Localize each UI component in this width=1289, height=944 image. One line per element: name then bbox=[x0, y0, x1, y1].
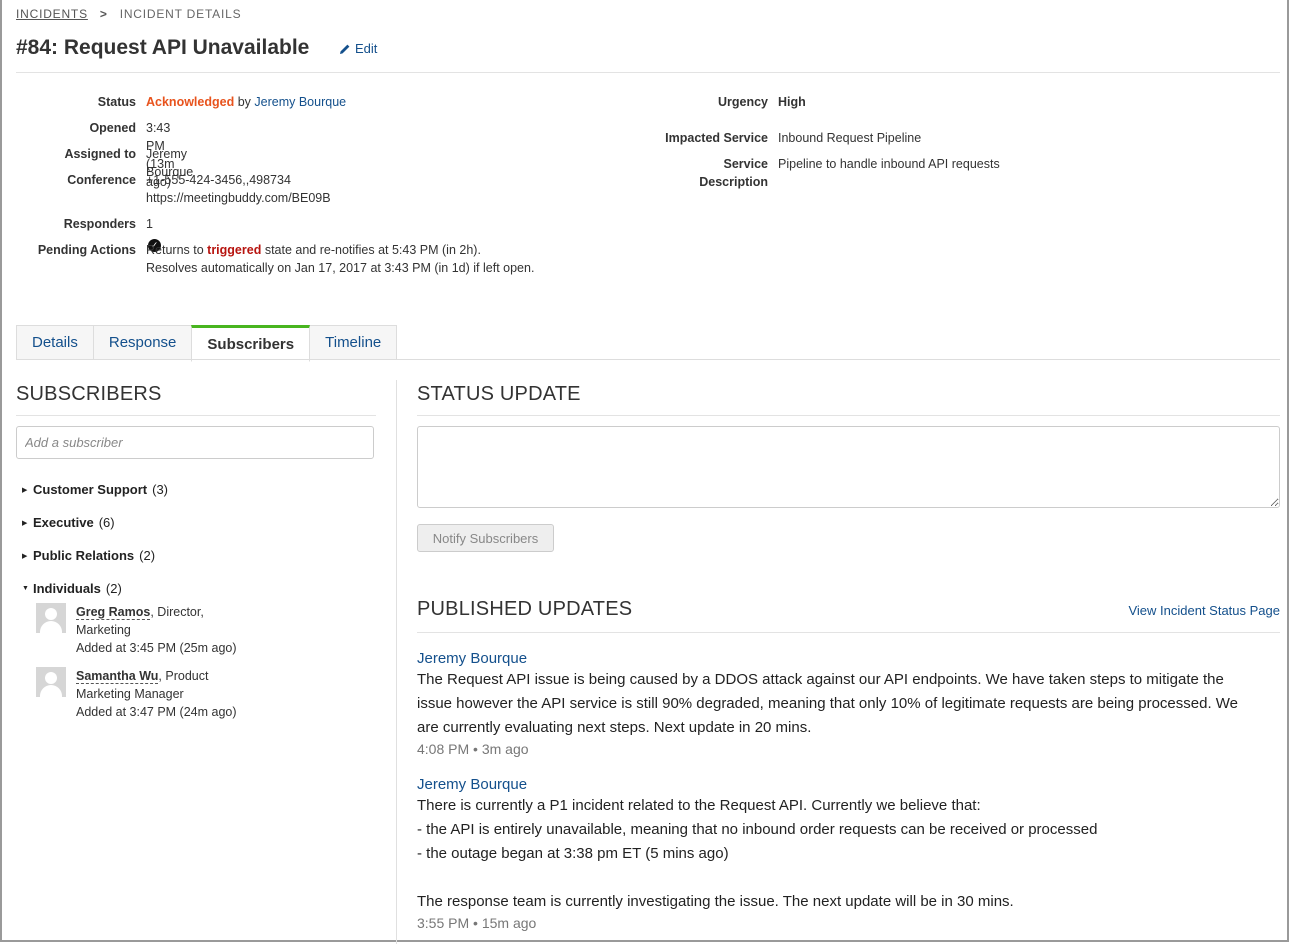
add-subscriber-input[interactable] bbox=[16, 426, 374, 459]
update-line: The Request API issue is being caused by… bbox=[417, 671, 1224, 688]
group-count: (2) bbox=[139, 548, 156, 563]
urgency-label: Urgency bbox=[717, 95, 768, 109]
conference-url-link[interactable]: https://meetingbuddy.com/BE09B bbox=[146, 189, 331, 207]
subscriber-group-public-relations[interactable]: ▶ Public Relations (2) bbox=[22, 548, 155, 563]
group-name: Public Relations bbox=[33, 548, 135, 563]
caret-down-icon: ▼ bbox=[22, 585, 29, 592]
breadcrumb: INCIDENTS > INCIDENT DETAILS bbox=[16, 7, 241, 21]
pending-action-line2: Resolves automatically on Jan 17, 2017 a… bbox=[146, 261, 535, 275]
update-author-link[interactable]: Jeremy Bourque bbox=[417, 776, 527, 793]
service-description-label-2: Description bbox=[699, 175, 768, 189]
urgency-value: High bbox=[778, 95, 806, 109]
group-name: Individuals bbox=[33, 581, 101, 596]
avatar bbox=[36, 603, 66, 633]
subscribers-heading-divider bbox=[16, 415, 376, 416]
subscriber-role: , Director, bbox=[150, 605, 204, 619]
update-ago: 15m ago bbox=[481, 915, 537, 931]
service-description-value: Pipeline to handle inbound API requests bbox=[778, 157, 1000, 171]
status-value: Acknowledged by Jeremy Bourque bbox=[146, 93, 346, 111]
update-author-link[interactable]: Jeremy Bourque bbox=[417, 650, 527, 667]
status-update-textarea[interactable] bbox=[417, 426, 1280, 508]
tab-timeline[interactable]: Timeline bbox=[309, 325, 398, 360]
subscriber-role-cont: Marketing Manager bbox=[76, 687, 184, 701]
caret-right-icon: ▶ bbox=[22, 519, 28, 527]
bullet-separator: • bbox=[473, 741, 478, 757]
conference-phone-link[interactable]: +1-555-424-3456,,498734 bbox=[146, 171, 291, 189]
tab-bar: Details Response Subscribers Timeline bbox=[16, 325, 398, 362]
subscriber-role: , Product bbox=[158, 669, 209, 683]
impacted-service-link[interactable]: Inbound Request Pipeline bbox=[778, 129, 921, 147]
triggered-state: triggered bbox=[207, 243, 262, 257]
published-updates-heading: PUBLISHED UPDATES bbox=[417, 598, 633, 620]
breadcrumb-current: INCIDENT DETAILS bbox=[119, 7, 242, 21]
chevron-right-icon: > bbox=[99, 7, 108, 21]
pencil-icon bbox=[340, 44, 350, 54]
avatar bbox=[36, 667, 66, 697]
caret-right-icon: ▶ bbox=[22, 486, 28, 494]
bullet-separator: • bbox=[473, 915, 478, 931]
tab-subscribers[interactable]: Subscribers bbox=[191, 325, 311, 362]
update-line: - the API is entirely unavailable, meani… bbox=[417, 821, 1098, 838]
breadcrumb-incidents-link[interactable]: INCIDENTS bbox=[16, 7, 88, 21]
caret-right-icon: ▶ bbox=[22, 552, 28, 560]
subscriber-individual: Greg Ramos, Director, Marketing Added at… bbox=[76, 603, 237, 657]
update-line: are currently evaluating next steps. Nex… bbox=[417, 719, 812, 736]
update-line: There is currently a P1 incident related… bbox=[417, 797, 981, 814]
conference-label: Conference bbox=[67, 173, 136, 187]
group-count: (2) bbox=[105, 581, 122, 596]
status-user-link[interactable]: Jeremy Bourque bbox=[254, 95, 346, 109]
group-name: Customer Support bbox=[33, 482, 148, 497]
responders-count: 1 bbox=[146, 217, 153, 231]
group-name: Executive bbox=[33, 515, 94, 530]
column-divider bbox=[396, 380, 397, 944]
update-line: issue however the API service is still 9… bbox=[417, 695, 1239, 712]
status-update-heading-divider bbox=[417, 415, 1280, 416]
subscriber-name-link[interactable]: Greg Ramos bbox=[76, 605, 151, 620]
service-description-label-1: Service bbox=[723, 157, 768, 171]
status-by: by bbox=[237, 95, 251, 109]
tab-response[interactable]: Response bbox=[92, 325, 193, 360]
subscriber-group-customer-support[interactable]: ▶ Customer Support (3) bbox=[22, 482, 168, 497]
edit-button[interactable]: Edit bbox=[339, 41, 377, 56]
subscriber-role-cont: Marketing bbox=[76, 623, 131, 637]
update-blank-line bbox=[417, 866, 1277, 890]
pending-text-c: state and re-notifies at 5:43 PM (in 2h)… bbox=[264, 243, 481, 257]
update-line: The response team is currently investiga… bbox=[417, 893, 1014, 910]
status-label: Status bbox=[97, 95, 136, 109]
subscriber-group-executive[interactable]: ▶ Executive (6) bbox=[22, 515, 115, 530]
update-time: 3:55 PM bbox=[417, 915, 470, 931]
published-heading-divider bbox=[417, 632, 1280, 633]
tab-divider bbox=[16, 359, 1280, 360]
status-badge: Acknowledged bbox=[146, 95, 235, 109]
update-ago: 3m ago bbox=[481, 741, 529, 757]
notify-subscribers-button[interactable]: Notify Subscribers bbox=[417, 524, 554, 552]
subscriber-name-link[interactable]: Samantha Wu bbox=[76, 669, 159, 684]
update-timestamp: 4:08 PM • 3m ago bbox=[417, 741, 529, 757]
group-count: (3) bbox=[152, 482, 169, 497]
assigned-label: Assigned to bbox=[64, 147, 136, 161]
tab-details[interactable]: Details bbox=[16, 325, 94, 360]
update-time: 4:08 PM bbox=[417, 741, 470, 757]
update-timestamp: 3:55 PM • 15m ago bbox=[417, 915, 536, 931]
subscriber-group-individuals[interactable]: ▼ Individuals (2) bbox=[22, 581, 122, 596]
group-count: (6) bbox=[98, 515, 115, 530]
update-body: The Request API issue is being caused by… bbox=[417, 668, 1277, 740]
view-incident-status-page-link[interactable]: View Incident Status Page bbox=[1128, 603, 1280, 618]
edit-label: Edit bbox=[355, 41, 378, 56]
page-title: #84: Request API Unavailable bbox=[16, 36, 310, 59]
pending-text-a: Returns to bbox=[146, 243, 204, 257]
subscribers-heading: SUBSCRIBERS bbox=[16, 383, 162, 405]
status-update-heading: STATUS UPDATE bbox=[417, 383, 581, 405]
subscriber-added: Added at 3:45 PM (25m ago) bbox=[76, 641, 237, 655]
pending-action-line1: Returns to triggered state and re-notifi… bbox=[146, 241, 481, 259]
subscriber-added: Added at 3:47 PM (24m ago) bbox=[76, 705, 237, 719]
divider bbox=[16, 72, 1280, 73]
responders-label: Responders bbox=[63, 217, 136, 231]
impacted-service-label: Impacted Service bbox=[665, 131, 768, 145]
opened-label: Opened bbox=[89, 121, 136, 135]
update-line: - the outage began at 3:38 pm ET (5 mins… bbox=[417, 845, 729, 862]
subscriber-individual: Samantha Wu, Product Marketing Manager A… bbox=[76, 667, 237, 721]
pending-actions-label: Pending Actions bbox=[37, 243, 136, 257]
update-body: There is currently a P1 incident related… bbox=[417, 794, 1277, 914]
